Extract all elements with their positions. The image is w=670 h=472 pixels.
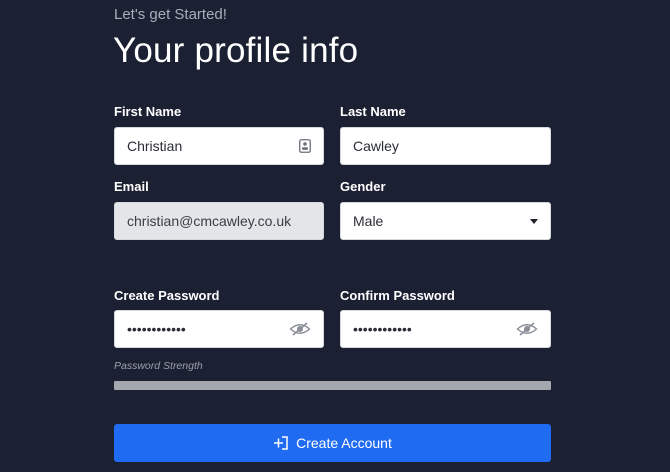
last-name-value: Cawley xyxy=(353,138,399,154)
email-value: christian@cmcawley.co.uk xyxy=(127,213,292,229)
eye-off-icon[interactable] xyxy=(516,322,538,336)
create-password-value: •••••••••••• xyxy=(127,321,186,337)
gender-value: Male xyxy=(353,213,384,229)
first-name-value: Christian xyxy=(127,138,183,154)
confirm-password-value: •••••••••••• xyxy=(353,321,412,337)
first-name-field[interactable]: Christian xyxy=(114,127,324,165)
profile-form-page: Let's get Started! Your profile info Fir… xyxy=(0,0,670,472)
password-strength-meter xyxy=(114,381,551,390)
password-strength-label: Password Strength xyxy=(114,360,203,372)
first-name-label: First Name xyxy=(114,104,182,119)
create-password-field[interactable]: •••••••••••• xyxy=(114,310,324,348)
last-name-field[interactable]: Cawley xyxy=(340,127,551,165)
confirm-password-field[interactable]: •••••••••••• xyxy=(340,310,551,348)
last-name-label: Last Name xyxy=(340,104,406,119)
email-label: Email xyxy=(114,179,149,194)
confirm-password-label: Confirm Password xyxy=(340,288,455,303)
contact-card-icon[interactable] xyxy=(299,139,311,153)
caret-down-icon xyxy=(530,218,538,224)
create-account-button[interactable]: Create Account xyxy=(114,424,551,462)
page-kicker: Let's get Started! xyxy=(114,6,227,23)
gender-label: Gender xyxy=(340,179,386,194)
page-title: Your profile info xyxy=(113,31,359,70)
create-password-label: Create Password xyxy=(114,288,220,303)
eye-off-icon[interactable] xyxy=(289,322,311,336)
email-field: christian@cmcawley.co.uk xyxy=(114,202,324,240)
sign-in-icon xyxy=(273,436,289,450)
gender-select[interactable]: Male xyxy=(340,202,551,240)
create-account-label: Create Account xyxy=(296,435,392,451)
